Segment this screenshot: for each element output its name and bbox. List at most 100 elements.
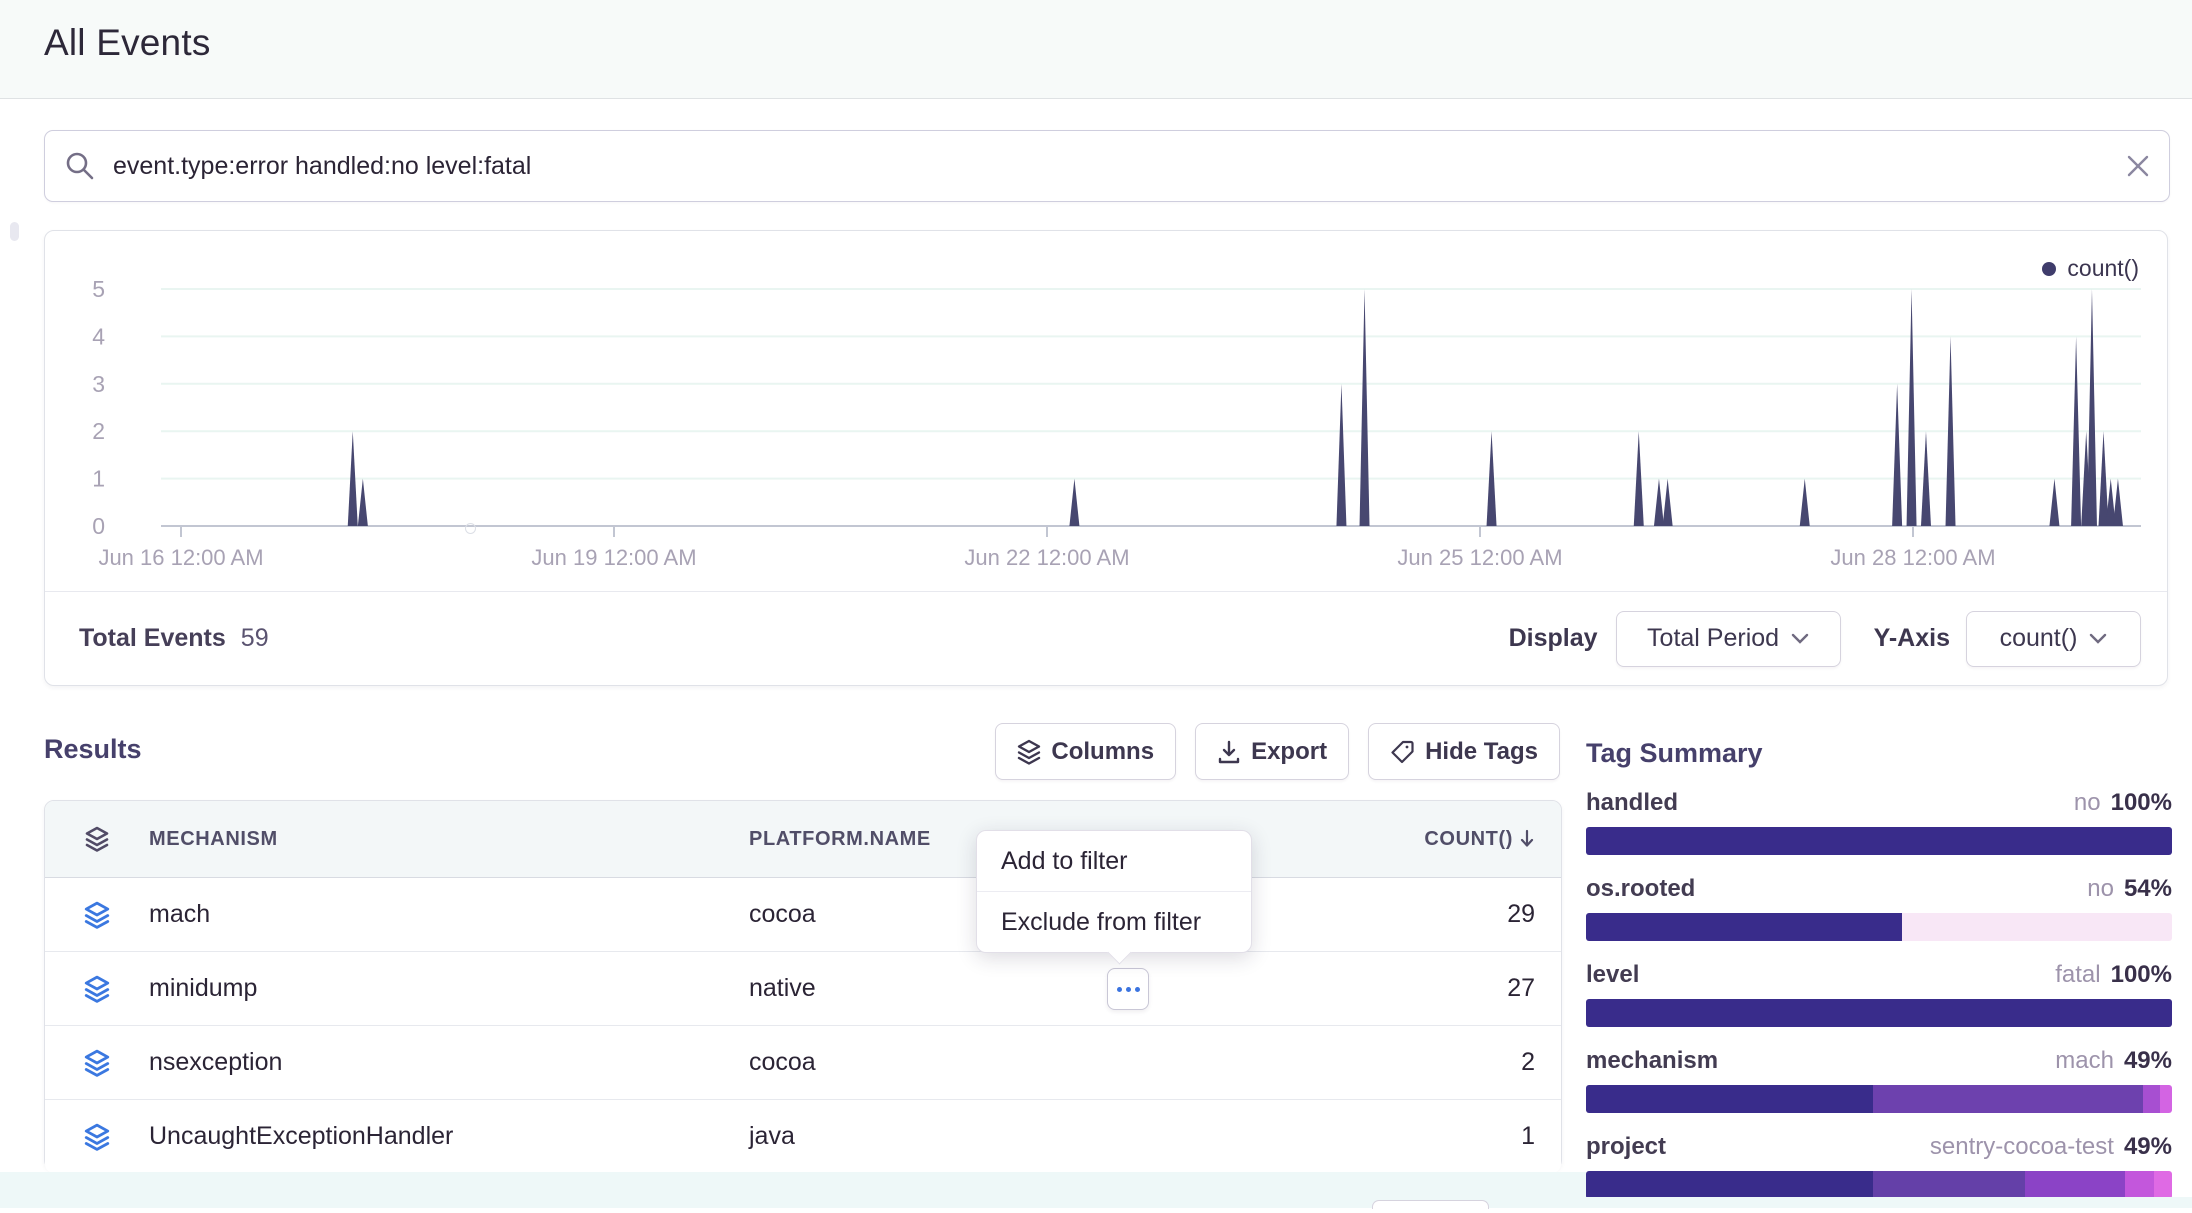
- tag-bar-segment[interactable]: [1902, 913, 2172, 941]
- mechanism-cell[interactable]: mach: [149, 900, 749, 929]
- tag-bar[interactable]: [1586, 827, 2172, 855]
- count-cell[interactable]: 1: [1311, 1122, 1561, 1151]
- svg-text:Jun 19 12:00 AM: Jun 19 12:00 AM: [531, 545, 696, 570]
- panel-drag-handle: [10, 222, 19, 241]
- count-cell[interactable]: 2: [1311, 1048, 1561, 1077]
- ellipsis-icon: [1117, 987, 1122, 992]
- table-row[interactable]: minidump native 27: [45, 952, 1561, 1026]
- layers-icon: [1017, 739, 1041, 765]
- tag-top-value: sentry-cocoa-test: [1930, 1133, 2114, 1161]
- tag-bar-segment[interactable]: [2125, 1171, 2154, 1199]
- table-row[interactable]: nsexception cocoa 2: [45, 1026, 1561, 1100]
- results-toolbar: Columns Export Hide Tags: [44, 723, 1560, 780]
- mechanism-cell[interactable]: nsexception: [149, 1048, 749, 1077]
- chart-artifact-dot: [465, 523, 476, 534]
- tag-top-value: fatal: [2055, 961, 2100, 989]
- tag-bar[interactable]: [1586, 913, 2172, 941]
- tag-row-level: level fatal100%: [1586, 961, 2172, 1041]
- context-menu: Add to filter Exclude from filter: [976, 830, 1252, 953]
- download-icon: [1217, 739, 1241, 765]
- clear-search-icon[interactable]: [2115, 143, 2161, 189]
- platform-cell[interactable]: native: [749, 974, 1311, 1003]
- row-actions-button[interactable]: [1107, 968, 1149, 1010]
- columns-button[interactable]: Columns: [995, 723, 1176, 780]
- page-header: [0, 0, 2192, 99]
- legend-label: count(): [2067, 255, 2139, 282]
- mechanism-cell[interactable]: minidump: [149, 974, 749, 1003]
- page-background-strip: [0, 1172, 1586, 1208]
- tag-bar-segment[interactable]: [1586, 999, 2172, 1027]
- page-title: All Events: [44, 22, 211, 64]
- row-layers-icon: [45, 901, 149, 929]
- tag-name: os.rooted: [1586, 875, 1695, 903]
- table-row[interactable]: mach cocoa 29: [45, 878, 1561, 952]
- tag-top-pct: 100%: [2111, 789, 2172, 817]
- tag-bar-segment[interactable]: [1586, 913, 1902, 941]
- tag-top-pct: 49%: [2124, 1047, 2172, 1075]
- platform-cell[interactable]: cocoa: [749, 1048, 1311, 1077]
- tag-bar-segment[interactable]: [2025, 1171, 2125, 1199]
- tag-bar[interactable]: [1586, 999, 2172, 1027]
- tag-bar[interactable]: [1586, 1085, 2172, 1113]
- tag-bar-segment[interactable]: [2154, 1171, 2172, 1199]
- display-label: Display: [1509, 624, 1598, 653]
- tag-name: project: [1586, 1133, 1666, 1161]
- mechanism-cell[interactable]: UncaughtExceptionHandler: [149, 1122, 749, 1151]
- sort-desc-icon: [1519, 829, 1535, 849]
- events-chart-panel: 012345Jun 16 12:00 AMJun 19 12:00 AMJun …: [44, 230, 2168, 686]
- svg-text:Jun 28 12:00 AM: Jun 28 12:00 AM: [1830, 545, 1995, 570]
- count-cell[interactable]: 27: [1311, 974, 1561, 1003]
- tag-bar-segment[interactable]: [1586, 1085, 1873, 1113]
- tag-bar-segment[interactable]: [2160, 1085, 2172, 1113]
- tag-top-pct: 100%: [2111, 961, 2172, 989]
- svg-text:Jun 22 12:00 AM: Jun 22 12:00 AM: [964, 545, 1129, 570]
- chevron-down-icon: [2089, 633, 2107, 645]
- table-row[interactable]: UncaughtExceptionHandler java 1: [45, 1100, 1561, 1173]
- tag-top-value: no: [2074, 789, 2101, 817]
- svg-text:Jun 16 12:00 AM: Jun 16 12:00 AM: [98, 545, 263, 570]
- events-chart: 012345Jun 16 12:00 AMJun 19 12:00 AMJun …: [45, 231, 2165, 581]
- tag-row-os-rooted: os.rooted no54%: [1586, 875, 2172, 955]
- platform-cell[interactable]: java: [749, 1122, 1311, 1151]
- svg-text:Jun 25 12:00 AM: Jun 25 12:00 AM: [1397, 545, 1562, 570]
- tag-name: mechanism: [1586, 1047, 1718, 1075]
- results-table: MECHANISM PLATFORM.NAME COUNT() mach coc…: [44, 800, 1562, 1170]
- tag-name: handled: [1586, 789, 1678, 817]
- columns-button-label: Columns: [1051, 738, 1154, 766]
- tag-bar-segment[interactable]: [2143, 1085, 2161, 1113]
- display-select[interactable]: Total Period: [1616, 611, 1841, 667]
- chart-footer: Total Events 59 Display Total Period Y-A…: [45, 591, 2167, 685]
- search-icon: [63, 149, 97, 183]
- yaxis-label: Y-Axis: [1874, 624, 1950, 653]
- export-button-label: Export: [1251, 738, 1327, 766]
- yaxis-select-value: count(): [2000, 624, 2078, 653]
- hide-tags-button-label: Hide Tags: [1425, 738, 1538, 766]
- tag-row-handled: handled no 100%: [1586, 789, 2172, 869]
- svg-text:0: 0: [92, 513, 105, 539]
- legend-dot: [2042, 262, 2056, 276]
- tag-bar[interactable]: [1586, 1171, 2172, 1199]
- count-cell[interactable]: 29: [1311, 900, 1561, 929]
- tag-top-pct: 49%: [2124, 1133, 2172, 1161]
- tag-bar-segment[interactable]: [1586, 827, 2172, 855]
- search-input[interactable]: [111, 151, 2115, 182]
- menu-item-add-to-filter[interactable]: Add to filter: [977, 831, 1251, 892]
- page-background-strip: [1586, 1197, 2192, 1208]
- tag-summary-heading: Tag Summary: [1586, 738, 1763, 769]
- row-layers-icon: [45, 1123, 149, 1151]
- svg-text:4: 4: [92, 323, 105, 349]
- tag-bar-segment[interactable]: [1586, 1171, 1873, 1199]
- layers-icon[interactable]: [45, 826, 149, 852]
- menu-item-exclude-from-filter[interactable]: Exclude from filter: [977, 892, 1251, 952]
- yaxis-select[interactable]: count(): [1966, 611, 2141, 667]
- column-header-count[interactable]: COUNT(): [1311, 828, 1561, 851]
- export-button[interactable]: Export: [1195, 723, 1349, 780]
- total-events-value: 59: [241, 624, 269, 653]
- tag-row-mechanism: mechanism mach49%: [1586, 1047, 2172, 1127]
- tag-bar-segment[interactable]: [1873, 1085, 2143, 1113]
- table-header-row: MECHANISM PLATFORM.NAME COUNT(): [45, 801, 1561, 878]
- hide-tags-button[interactable]: Hide Tags: [1368, 723, 1560, 780]
- column-header-mechanism[interactable]: MECHANISM: [149, 828, 749, 851]
- row-layers-icon: [45, 1049, 149, 1077]
- tag-bar-segment[interactable]: [1873, 1171, 2025, 1199]
